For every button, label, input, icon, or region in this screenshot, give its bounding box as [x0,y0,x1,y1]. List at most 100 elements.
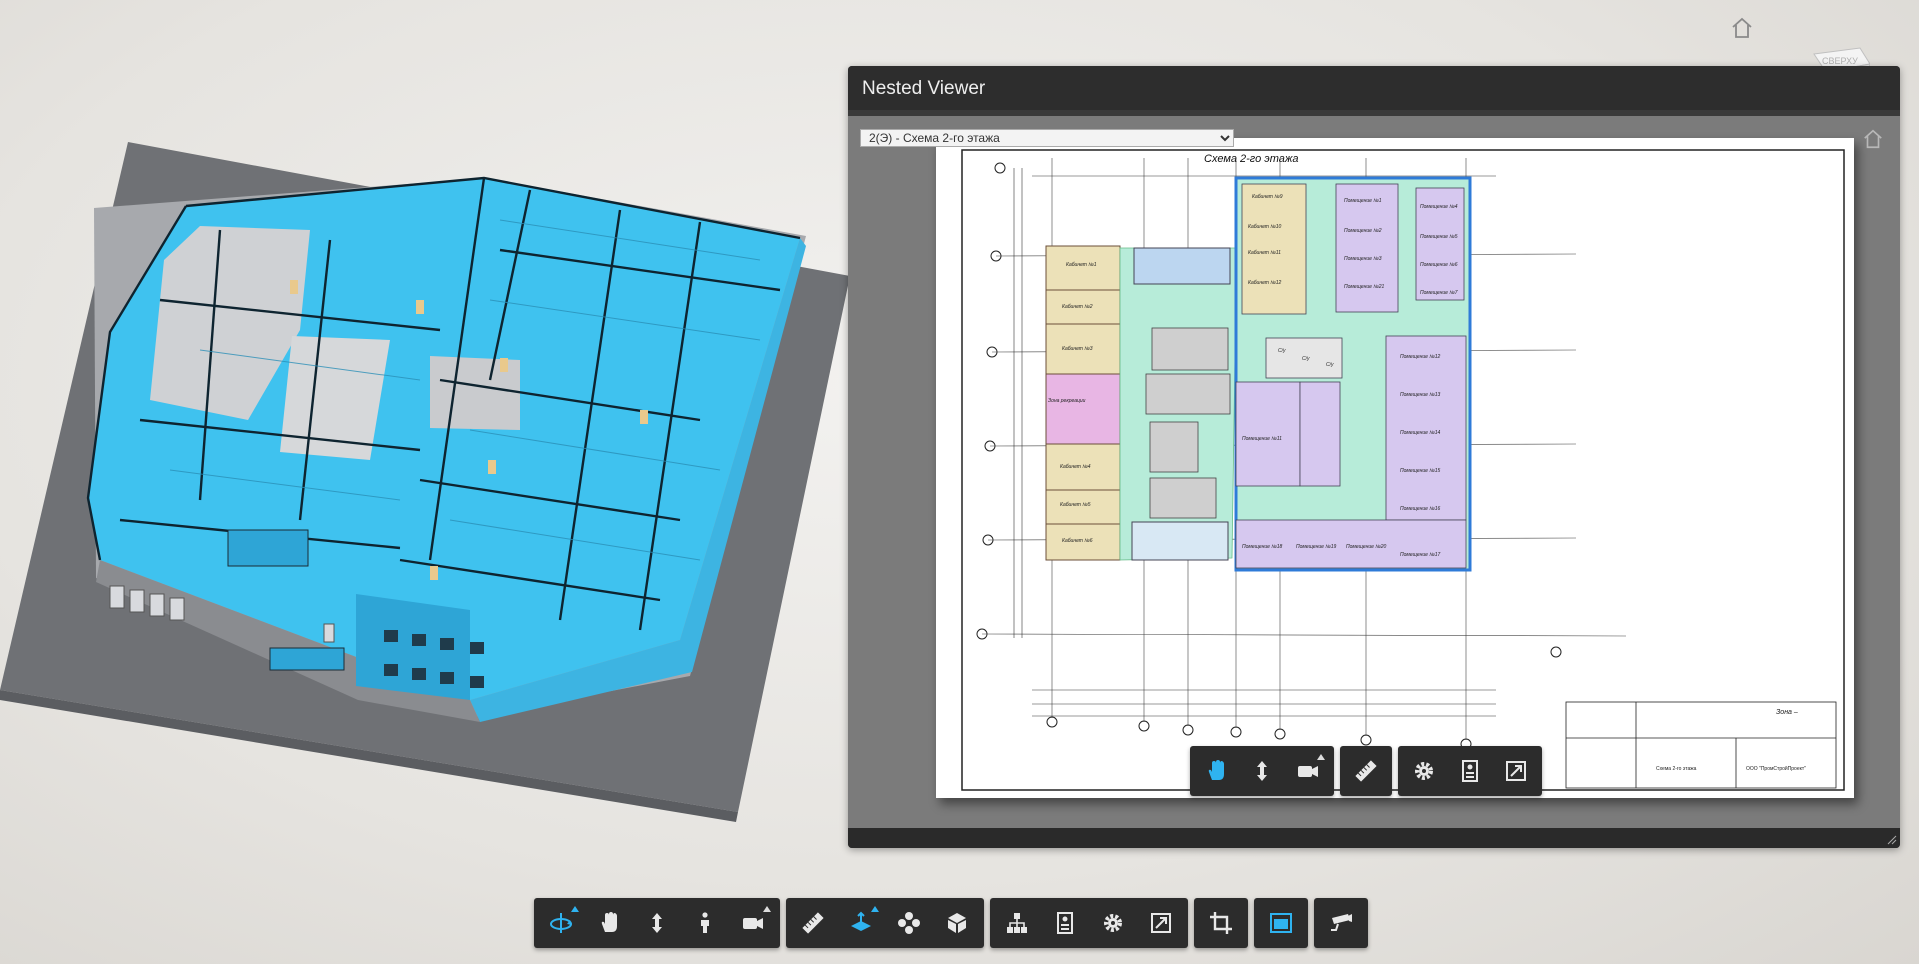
modeling-group [786,898,984,948]
properties-tool[interactable] [1447,749,1493,793]
camera-tool[interactable] [729,901,777,945]
camera-icon [1298,766,1318,777]
structure-tool[interactable] [993,901,1041,945]
room-label: Помещение №21 [1344,284,1385,290]
home-icon[interactable] [1730,16,1754,40]
fullscreen-icon [1151,913,1171,933]
room-label: Кабинет №11 [1248,250,1281,256]
nested-viewer-panel[interactable]: Nested Viewer Схема 2-го этажа Кабинет №… [848,66,1900,848]
room-label: Помещение №7 [1420,290,1458,296]
nested-viewer-group [1254,898,1308,948]
title-block-zone: Зона – [1776,709,1798,716]
room-label: Кабинет №2 [1062,304,1093,310]
section-plane-icon [851,911,871,931]
room-label: Кабинет №5 [1060,502,1091,508]
navigation-group [534,898,780,948]
properties-icon [1057,912,1073,934]
settings-group [990,898,1188,948]
room-label: Помещение №16 [1400,506,1441,512]
nested-navigation-group [1190,746,1334,796]
room-label: Помещение №19 [1296,544,1337,550]
pan-tool[interactable] [1193,749,1239,793]
ruler-icon [802,912,824,934]
model-3d-viewport[interactable] [0,0,860,840]
fullscreen-tool[interactable] [1137,901,1185,945]
crop-group [1194,898,1248,948]
measure-tool[interactable] [1343,749,1389,793]
room-label: Помещение №3 [1344,256,1382,262]
room-label: С/у [1302,356,1310,362]
submenu-indicator [763,906,771,912]
room-label: Кабинет №4 [1060,464,1091,470]
title-block-sheet: Схема 2-го этажа [1656,766,1697,772]
hand-icon [601,912,617,932]
zoom-tool[interactable] [1239,749,1285,793]
nested-viewer-footer [848,828,1900,848]
explode-tool[interactable] [885,901,933,945]
camera-view-tool[interactable] [1317,901,1365,945]
submenu-indicator [1317,754,1325,760]
hand-icon [1208,760,1224,780]
resize-grip-icon[interactable] [1887,835,1897,845]
room-label: Помещение №20 [1346,544,1387,550]
room-label: Кабинет №6 [1062,538,1093,544]
room-label: Кабинет №1 [1066,262,1097,268]
nested-viewer-title: Nested Viewer [862,78,986,99]
room-label: Помещение №15 [1400,468,1441,474]
sheet-selector[interactable]: 2(Э) - Схема 2-го этажа [860,129,1234,147]
orbit-tool[interactable] [537,901,585,945]
nested-settings-group [1398,746,1542,796]
room-label: Помещение №11 [1242,436,1282,442]
room-label: Помещение №1 [1344,198,1382,204]
settings-tool[interactable] [1089,901,1137,945]
settings-tool[interactable] [1401,749,1447,793]
ruler-icon [1355,760,1377,782]
gear-icon [1415,762,1433,780]
crop-tool[interactable] [1197,901,1245,945]
submenu-indicator [571,906,579,912]
drawing-title: Схема 2-го этажа [1204,153,1299,165]
main-toolbar [534,898,1368,948]
room-label: Кабинет №3 [1062,346,1093,352]
room-label: Кабинет №9 [1252,194,1283,200]
room-label: Помещение №14 [1400,430,1441,436]
cube-icon [948,913,966,933]
title-block-company: ООО "ПромСтройПроект" [1746,765,1806,772]
room-label: С/у [1326,362,1334,368]
window-icon [1270,913,1292,933]
room-label: С/у [1278,348,1286,354]
gear-icon [1104,914,1122,932]
explode-icon [898,912,920,934]
zoom-arrows-icon [652,913,662,933]
home-icon[interactable] [1862,128,1884,150]
room-label: Помещение №13 [1400,392,1441,398]
nested-measure-group [1340,746,1392,796]
pan-tool[interactable] [585,901,633,945]
security-camera-icon [1331,914,1352,931]
properties-icon [1462,760,1478,782]
properties-tool[interactable] [1041,901,1089,945]
walk-tool[interactable] [681,901,729,945]
room-label: Кабинет №12 [1248,280,1282,286]
camera-view-group [1314,898,1368,948]
zoom-arrows-icon [1257,761,1267,781]
person-icon [701,912,709,933]
zoom-tool[interactable] [633,901,681,945]
model-browser-tool[interactable] [933,901,981,945]
fullscreen-icon [1506,761,1526,781]
camera-icon [743,918,763,929]
drawing-sheet[interactable]: Схема 2-го этажа Кабинет №1 Кабинет №2 К… [936,138,1854,798]
orbit-icon [550,913,572,933]
crop-icon [1210,912,1232,934]
room-label: Кабинет №10 [1248,224,1282,230]
section-tool[interactable] [837,901,885,945]
nested-viewer-header[interactable]: Nested Viewer [848,66,1900,110]
camera-tool[interactable] [1285,749,1331,793]
hierarchy-icon [1007,913,1027,933]
room-label: Помещение №2 [1344,228,1382,234]
viewcube-label: СВЕРХУ [1822,56,1858,66]
fullscreen-tool[interactable] [1493,749,1539,793]
nested-viewer-tool[interactable] [1257,901,1305,945]
nested-viewer-canvas[interactable]: Схема 2-го этажа Кабинет №1 Кабинет №2 К… [848,116,1900,828]
measure-tool[interactable] [789,901,837,945]
